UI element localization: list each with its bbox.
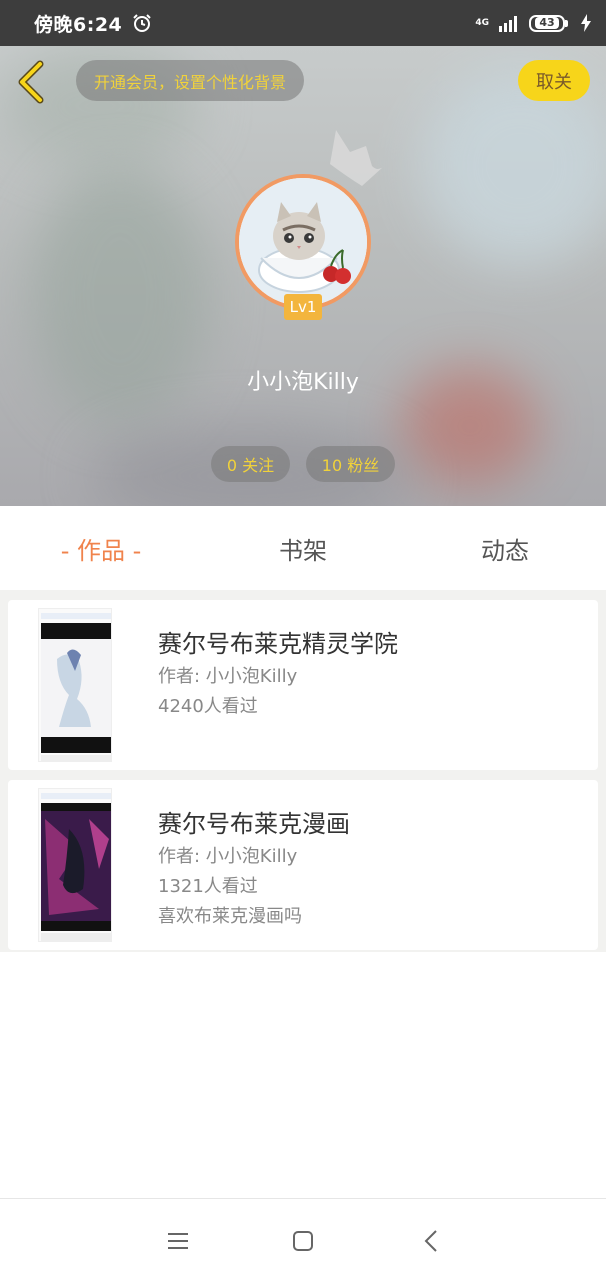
work-cover-image — [38, 788, 112, 942]
profile-page: 傍晚6:24 4G 43 开通会员，设置个性化背景 取关 Lv1 小小泡Kill… — [0, 0, 606, 1280]
works-list: 赛尔号布莱克精灵学院 作者: 小小泡Killy 4240人看过 赛尔号布莱克漫画 — [0, 590, 606, 952]
work-author: 作者: 小小泡Killy — [158, 666, 298, 687]
status-indicators: 4G 43 — [475, 14, 592, 32]
member-banner[interactable]: 开通会员，设置个性化背景 — [76, 60, 305, 101]
system-nav-bar — [0, 1198, 606, 1280]
signal-icon — [499, 16, 517, 32]
cat-avatar-image — [239, 178, 367, 306]
tab-activity[interactable]: 动态 — [404, 531, 606, 566]
alarm-icon — [133, 14, 151, 32]
work-cover-image — [38, 608, 112, 762]
menu-icon[interactable] — [164, 1227, 192, 1255]
work-author: 作者: 小小泡Killy — [158, 846, 298, 867]
fans-count[interactable]: 10 粉丝 — [306, 446, 395, 482]
profile-tabs: - 作品 - 书架 动态 — [0, 506, 606, 590]
unfollow-button[interactable]: 取关 — [518, 60, 590, 101]
work-description: 喜欢布莱克漫画吗 — [158, 906, 302, 927]
work-views: 4240人看过 — [158, 696, 258, 717]
level-badge: Lv1 — [284, 294, 322, 320]
status-bar: 傍晚6:24 4G 43 — [0, 0, 606, 46]
tab-works[interactable]: - 作品 - — [0, 531, 202, 566]
following-count[interactable]: 0 关注 — [211, 446, 290, 482]
work-title: 赛尔号布莱克漫画 — [158, 810, 350, 838]
work-card[interactable]: 赛尔号布莱克漫画 作者: 小小泡Killy 1321人看过 喜欢布莱克漫画吗 — [8, 780, 598, 950]
battery-icon: 43 — [529, 14, 568, 32]
username: 小小泡Killy — [247, 370, 359, 395]
network-type: 4G — [475, 17, 489, 28]
work-card[interactable]: 赛尔号布莱克精灵学院 作者: 小小泡Killy 4240人看过 — [8, 600, 598, 770]
profile-header: 开通会员，设置个性化背景 取关 Lv1 小小泡Killy 0 关注 10 粉丝 — [0, 46, 606, 506]
avatar[interactable] — [235, 174, 371, 310]
home-square-icon[interactable] — [289, 1227, 317, 1255]
back-triangle-icon[interactable] — [418, 1227, 446, 1255]
work-title: 赛尔号布莱克精灵学院 — [158, 630, 398, 658]
battery-level: 43 — [535, 17, 559, 29]
status-time: 傍晚6:24 — [34, 13, 123, 36]
work-views: 1321人看过 — [158, 876, 258, 897]
tab-bookshelf[interactable]: 书架 — [202, 531, 404, 566]
chevron-left-icon[interactable] — [14, 58, 50, 106]
charging-bolt-icon — [581, 14, 591, 32]
